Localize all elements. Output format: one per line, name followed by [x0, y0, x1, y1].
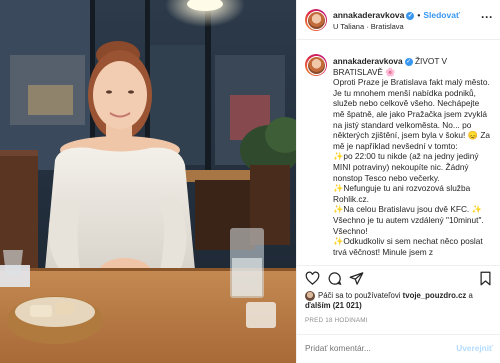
liker-username[interactable]: tvoje_pouzdro.cz [403, 291, 467, 300]
publish-comment-button[interactable]: Uverejniť [456, 343, 493, 353]
sparkle-emoji-icon: ✨ [333, 236, 344, 247]
author-username[interactable]: annakaderavkova [333, 10, 404, 20]
verified-badge-icon: ✓ [406, 11, 415, 20]
post-actions-bar [297, 265, 500, 291]
liker-avatar[interactable] [305, 291, 315, 301]
author-avatar[interactable] [305, 9, 327, 31]
more-horizontal-icon[interactable]: ··· [481, 10, 493, 24]
caption-line-0: Oproti Praze je Bratislava fakt malý měs… [333, 77, 490, 141]
caption-line-2: po 22:00 tu nikde (až na jedny jediný MI… [333, 151, 479, 183]
post-caption: annakaderavkova ✓ ŽIVOT V BRATISLAVĚ 🌸 Op… [297, 48, 500, 260]
sparkle-emoji-icon: ✨ [333, 151, 344, 162]
heart-icon[interactable] [305, 271, 320, 286]
caption-line-6: Odkudkoliv si sem nechat něco poslat trv… [333, 236, 483, 257]
likes-prefix: Páči sa to používateľovi [318, 291, 401, 301]
instagram-post: annakaderavkova ✓ • Sledovať U Taliana · Br… [0, 0, 500, 363]
caption-line-4: Na celou Bratislavu jsou dvě KFC. [343, 204, 470, 215]
comment-input[interactable] [305, 343, 445, 353]
photo-illustration [0, 0, 296, 363]
caption-verified-badge-icon: ✓ [404, 57, 413, 66]
separator-dot: • [417, 10, 421, 20]
caption-line-3: Nefunguje tu ani rozvozová služba Rohlik… [333, 183, 471, 204]
author-line: annakaderavkova ✓ • Sledovať [333, 10, 460, 20]
bookmark-icon[interactable] [478, 271, 493, 286]
share-icon[interactable] [349, 271, 364, 286]
sparkle-emoji-icon: ✨ [471, 204, 482, 215]
caption-line-5: Všechno je tu autem vzdálený "10minut". … [333, 214, 484, 236]
likes-count-link[interactable]: ďalším (21 021) [305, 301, 362, 310]
sad-emoji-icon: 😞 [467, 130, 478, 141]
post-photo[interactable] [0, 0, 296, 363]
caption-avatar[interactable] [305, 54, 327, 76]
follow-button[interactable]: Sledovať [423, 10, 460, 20]
post-side-panel: annakaderavkova ✓ • Sledovať U Taliana · Br… [296, 0, 500, 363]
post-location[interactable]: U Taliana · Bratislava [333, 22, 404, 31]
caption-username[interactable]: annakaderavkova [333, 56, 403, 66]
comment-icon[interactable] [327, 271, 342, 286]
post-header: annakaderavkova ✓ • Sledovať U Taliana · Br… [297, 0, 500, 40]
post-timestamp[interactable]: PRED 18 HODINAMI [305, 317, 368, 324]
likes-summary: Páči sa to používateľovi tvoje_pouzdro.c… [305, 291, 495, 311]
flower-emoji-icon: 🌸 [385, 66, 396, 77]
sparkle-emoji-icon: ✨ [333, 204, 344, 215]
comment-bar: Uverejniť [297, 334, 500, 363]
caption-text: annakaderavkova ✓ ŽIVOT V BRATISLAVĚ 🌸 Op… [333, 56, 493, 257]
sparkle-emoji-icon: ✨ [333, 183, 344, 194]
likes-connector: a [468, 291, 473, 301]
